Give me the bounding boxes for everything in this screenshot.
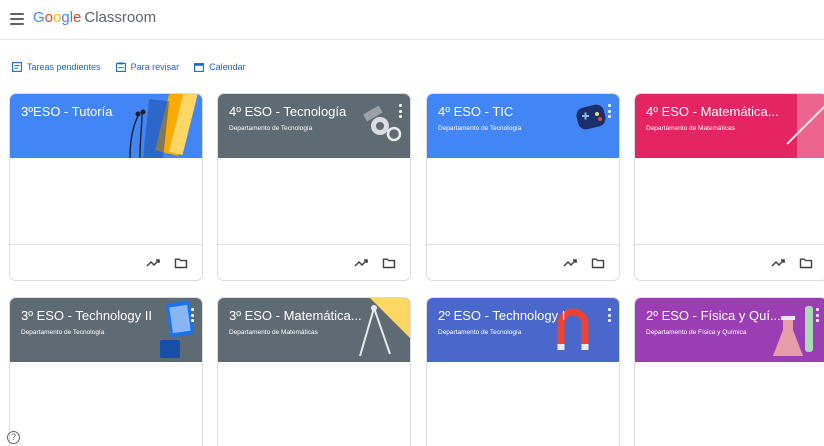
- course-card[interactable]: 2º ESO - Technology I Departamento de Te…: [426, 297, 620, 446]
- course-subtitle: Departamento de Matemáticas: [646, 125, 735, 132]
- card-footer: [10, 244, 202, 280]
- course-card[interactable]: 3º ESO - Matemática... Departamento de M…: [217, 297, 411, 446]
- course-card[interactable]: 4º ESO - Matemática... Departamento de M…: [634, 93, 824, 281]
- hamburger-menu-icon[interactable]: [10, 13, 24, 25]
- course-title[interactable]: 3º ESO - Technology II: [21, 308, 176, 323]
- google-classroom-logo[interactable]: Google Classroom: [33, 9, 156, 26]
- card-footer: [427, 244, 619, 280]
- course-banner[interactable]: 3º ESO - Technology II Departamento de T…: [10, 298, 202, 362]
- card-footer: [218, 244, 410, 280]
- course-title[interactable]: 2º ESO - Technology I: [438, 308, 593, 323]
- course-subtitle: Departamento de Física y Química: [646, 329, 747, 336]
- course-title[interactable]: 4º ESO - Tecnología: [229, 104, 384, 119]
- calendar-label: Calendar: [209, 62, 246, 72]
- course-card[interactable]: 4º ESO - TIC Departamento de Tecnología: [426, 93, 620, 281]
- to-review-link[interactable]: Para revisar: [115, 62, 180, 72]
- course-subtitle: Departamento de Tecnología: [21, 329, 105, 336]
- logo-letter: o: [44, 9, 54, 26]
- card-footer: [635, 244, 824, 280]
- folder-icon[interactable]: [591, 256, 605, 270]
- more-options-icon[interactable]: [190, 308, 194, 322]
- logo-letter: g: [61, 9, 70, 26]
- folder-icon[interactable]: [382, 256, 396, 270]
- course-banner[interactable]: 3º ESO - Matemática... Departamento de M…: [218, 298, 410, 362]
- course-title[interactable]: 4º ESO - TIC: [438, 104, 593, 119]
- more-options-icon[interactable]: [398, 104, 402, 118]
- course-subtitle: Departamento de Tecnología: [438, 329, 522, 336]
- more-options-icon[interactable]: [607, 104, 611, 118]
- course-banner[interactable]: 3ºESO - Tutoría: [10, 94, 202, 158]
- to-do-link[interactable]: Tareas pendientes: [12, 62, 101, 72]
- course-card[interactable]: 3º ESO - Technology II Departamento de T…: [9, 297, 203, 446]
- logo-letter: e: [73, 9, 82, 26]
- help-icon[interactable]: ?: [7, 431, 20, 444]
- course-banner[interactable]: 4º ESO - TIC Departamento de Tecnología: [427, 94, 619, 158]
- course-title[interactable]: 2º ESO - Física y Quí...: [646, 308, 801, 323]
- course-title[interactable]: 3º ESO - Matemática...: [229, 308, 384, 323]
- course-card[interactable]: 3ºESO - Tutoría: [9, 93, 203, 281]
- course-subtitle: Departamento de Tecnología: [438, 125, 522, 132]
- quick-links: Tareas pendientes Para revisar Calendar: [12, 60, 246, 74]
- to-do-label: Tareas pendientes: [27, 62, 101, 72]
- course-card[interactable]: 4º ESO - Tecnología Departamento de Tecn…: [217, 93, 411, 281]
- folder-icon[interactable]: [799, 256, 813, 270]
- trending-icon[interactable]: [354, 256, 368, 270]
- course-banner[interactable]: 2º ESO - Física y Quí... Departamento de…: [635, 298, 824, 362]
- trending-icon[interactable]: [563, 256, 577, 270]
- assignment-icon: [12, 62, 22, 72]
- calendar-icon: [194, 63, 205, 72]
- folder-icon[interactable]: [174, 256, 188, 270]
- calendar-link[interactable]: Calendar: [194, 62, 246, 72]
- more-options-icon[interactable]: [607, 308, 611, 322]
- to-review-label: Para revisar: [130, 62, 180, 72]
- more-options-icon[interactable]: [815, 308, 819, 322]
- top-app-bar: Google Classroom: [0, 0, 824, 40]
- review-icon: [115, 62, 126, 72]
- course-banner[interactable]: 4º ESO - Matemática... Departamento de M…: [635, 94, 824, 158]
- course-title[interactable]: 4º ESO - Matemática...: [646, 104, 801, 119]
- course-subtitle: Departamento de Tecnología: [229, 125, 313, 132]
- course-card[interactable]: 2º ESO - Física y Quí... Departamento de…: [634, 297, 824, 446]
- course-banner[interactable]: 2º ESO - Technology I Departamento de Te…: [427, 298, 619, 362]
- course-subtitle: Departamento de Matemáticas: [229, 329, 318, 336]
- course-banner[interactable]: 4º ESO - Tecnología Departamento de Tecn…: [218, 94, 410, 158]
- trending-icon[interactable]: [771, 256, 785, 270]
- logo-product-name: Classroom: [84, 9, 157, 26]
- trending-icon[interactable]: [146, 256, 160, 270]
- course-title[interactable]: 3ºESO - Tutoría: [21, 104, 176, 119]
- logo-letter: G: [33, 9, 45, 26]
